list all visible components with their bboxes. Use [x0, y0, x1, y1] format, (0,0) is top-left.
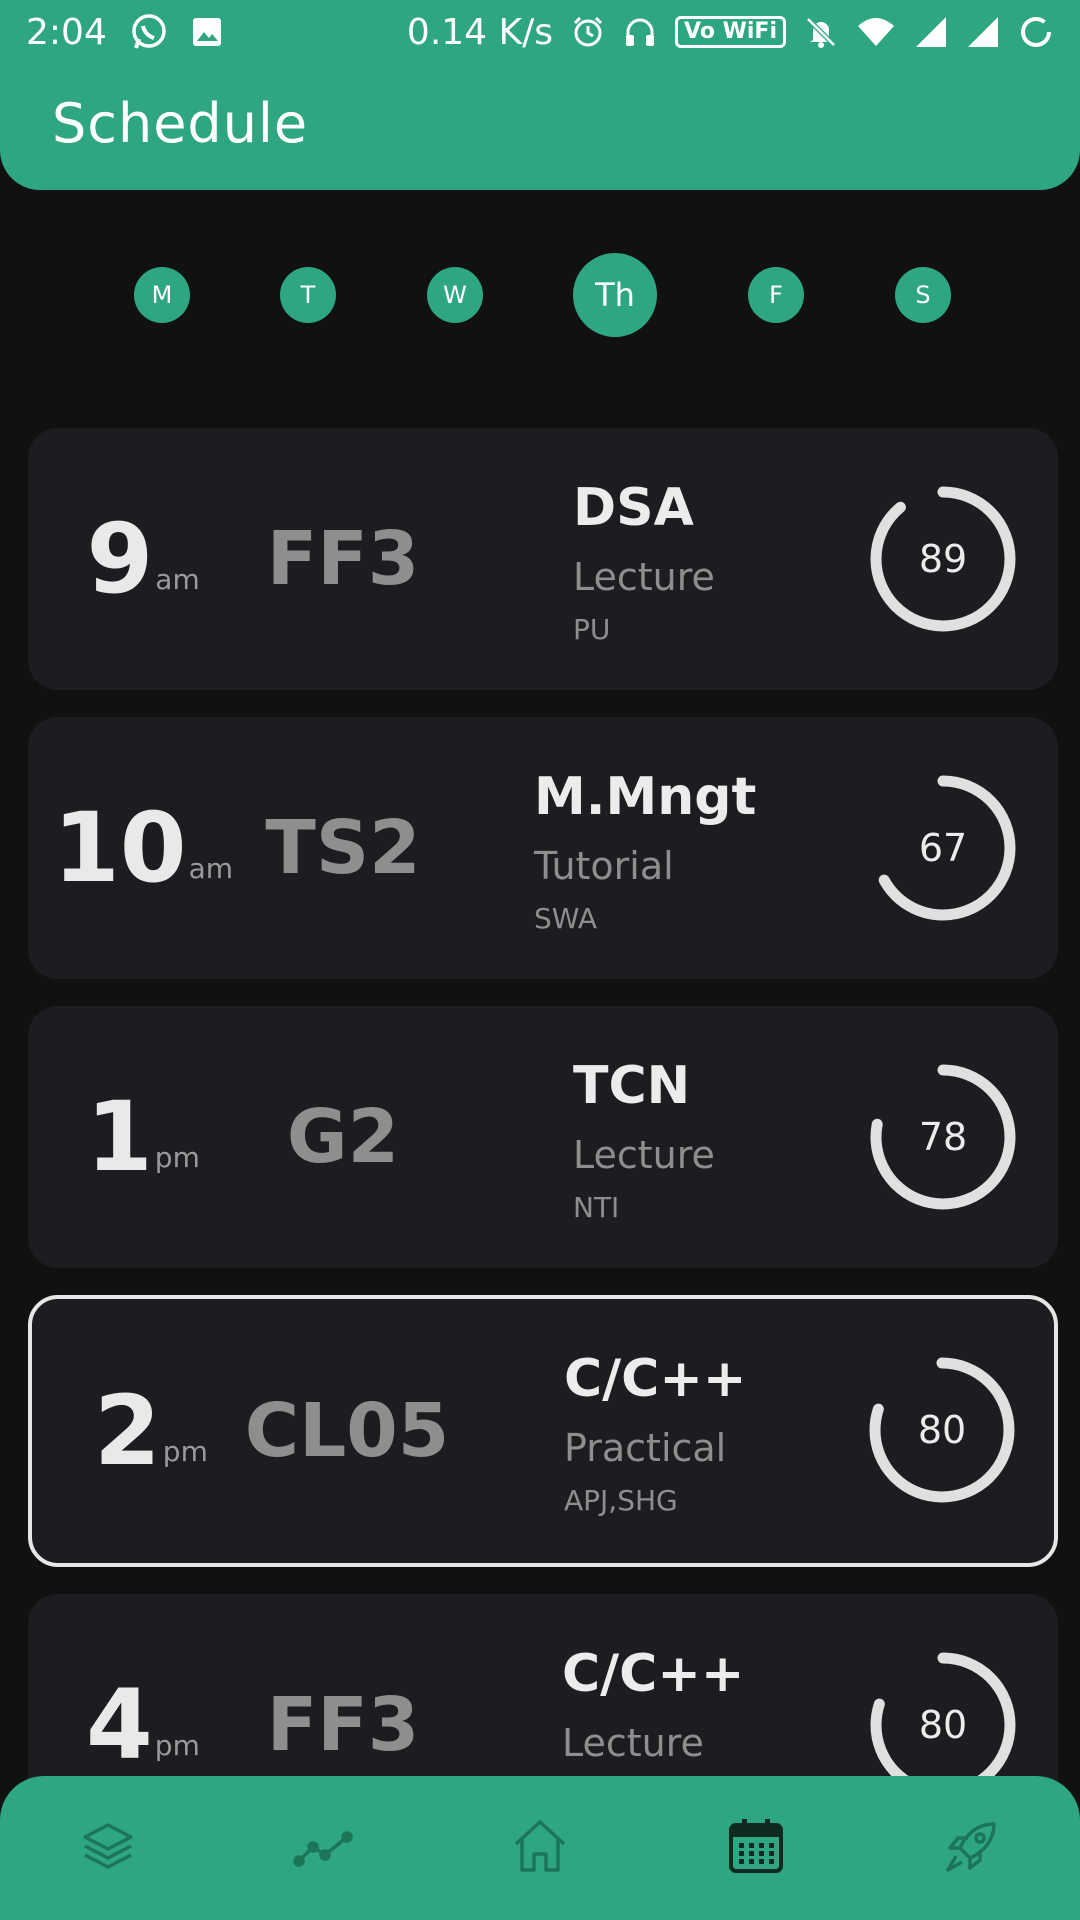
class-type: Lecture — [562, 1721, 704, 1766]
time-hour: 1 — [86, 1081, 153, 1193]
attendance-percent: 78 — [918, 1115, 968, 1159]
page-title: Schedule — [52, 92, 309, 155]
nav-layers-button[interactable] — [0, 1776, 216, 1920]
class-type: Tutorial — [534, 844, 674, 889]
whatsapp-icon — [129, 12, 169, 52]
gallery-icon — [191, 16, 223, 48]
class-card[interactable]: 2 pm CL05 C/C++ Practical APJ,SHG 80 — [28, 1295, 1058, 1567]
nav-home-button[interactable] — [432, 1776, 648, 1920]
attendance-ring: 80 — [867, 1355, 1017, 1505]
bottom-navigation — [0, 1776, 1080, 1920]
attendance-percent: 80 — [917, 1408, 967, 1452]
status-bar: 2:04 0.14 K/s Vo WiFi — [0, 0, 1080, 64]
teacher-initials: PU — [573, 613, 611, 647]
signal-icon — [966, 15, 1000, 49]
network-speed: 0.14 K/s — [406, 11, 554, 53]
class-room: G2 — [286, 1094, 400, 1180]
class-type: Lecture — [573, 555, 715, 600]
calendar-icon — [726, 1816, 786, 1880]
time-suffix: pm — [154, 1728, 200, 1762]
class-card[interactable]: 1 pm G2 TCN Lecture NTI 78 — [28, 1006, 1058, 1268]
app-root: 2:04 0.14 K/s Vo WiFi Schedule M T W Th … — [0, 0, 1080, 1920]
time-suffix: pm — [154, 1140, 200, 1174]
teacher-initials: NTI — [573, 1191, 620, 1225]
time-suffix: pm — [162, 1434, 208, 1468]
home-icon — [510, 1816, 570, 1880]
layers-icon — [79, 1817, 137, 1879]
signal-icon — [914, 15, 948, 49]
class-time: 2 pm — [94, 1299, 208, 1563]
class-room: FF3 — [266, 516, 420, 602]
day-f-button[interactable]: F — [748, 267, 804, 323]
attendance-ring: 89 — [868, 484, 1018, 634]
attendance-ring: 78 — [868, 1062, 1018, 1212]
day-s-button[interactable]: S — [895, 267, 951, 323]
rocket-icon — [942, 1816, 1002, 1880]
teacher-initials: APJ,SHG — [564, 1484, 678, 1518]
headphones-icon — [623, 15, 657, 49]
time-suffix: am — [155, 562, 200, 596]
subject-name: M.Mngt — [534, 767, 757, 827]
trend-chart-icon — [293, 1817, 355, 1879]
subject-name: C/C++ — [562, 1644, 745, 1704]
attendance-percent: 67 — [918, 826, 968, 870]
wifi-icon — [856, 16, 896, 48]
day-th-button[interactable]: Th — [573, 253, 657, 337]
attendance-ring: 67 — [868, 773, 1018, 923]
subject-name: TCN — [573, 1056, 691, 1116]
subject-name: DSA — [573, 478, 694, 538]
class-info: C/C++ Lecture — [562, 1644, 745, 1766]
class-info: C/C++ Practical APJ,SHG — [564, 1349, 747, 1518]
day-m-button[interactable]: M — [134, 267, 190, 323]
time-hour: 2 — [94, 1375, 161, 1487]
day-selector: M T W Th F S — [0, 250, 1080, 340]
alarm-icon — [571, 15, 605, 49]
battery-icon — [1018, 14, 1054, 50]
class-info: M.Mngt Tutorial SWA — [534, 767, 757, 936]
app-header: 2:04 0.14 K/s Vo WiFi Schedule — [0, 0, 1080, 190]
nav-calendar-button[interactable] — [648, 1776, 864, 1920]
class-room: TS2 — [265, 805, 421, 891]
class-info: TCN Lecture NTI — [573, 1056, 715, 1225]
subject-name: C/C++ — [564, 1349, 747, 1409]
class-room: CL05 — [244, 1388, 450, 1474]
day-t-button[interactable]: T — [280, 267, 336, 323]
class-card[interactable]: 9 am FF3 DSA Lecture PU 89 — [28, 428, 1058, 690]
class-type: Lecture — [573, 1133, 715, 1178]
class-type: Practical — [564, 1426, 727, 1471]
class-time: 1 pm — [86, 1006, 200, 1268]
notifications-off-icon — [804, 15, 838, 49]
nav-trend-chart-button[interactable] — [216, 1776, 432, 1920]
time-hour: 10 — [53, 792, 187, 904]
teacher-initials: SWA — [534, 902, 598, 936]
status-time: 2:04 — [26, 11, 107, 53]
attendance-percent: 89 — [918, 537, 968, 581]
class-info: DSA Lecture PU — [573, 478, 715, 647]
class-time: 10 am — [53, 717, 233, 979]
class-card[interactable]: 10 am TS2 M.Mngt Tutorial SWA 67 — [28, 717, 1058, 979]
time-hour: 9 — [86, 503, 154, 615]
vowifi-badge: Vo WiFi — [675, 16, 786, 48]
class-time: 9 am — [87, 428, 200, 690]
nav-rocket-button[interactable] — [864, 1776, 1080, 1920]
time-hour: 4 — [86, 1669, 153, 1781]
day-w-button[interactable]: W — [427, 267, 483, 323]
